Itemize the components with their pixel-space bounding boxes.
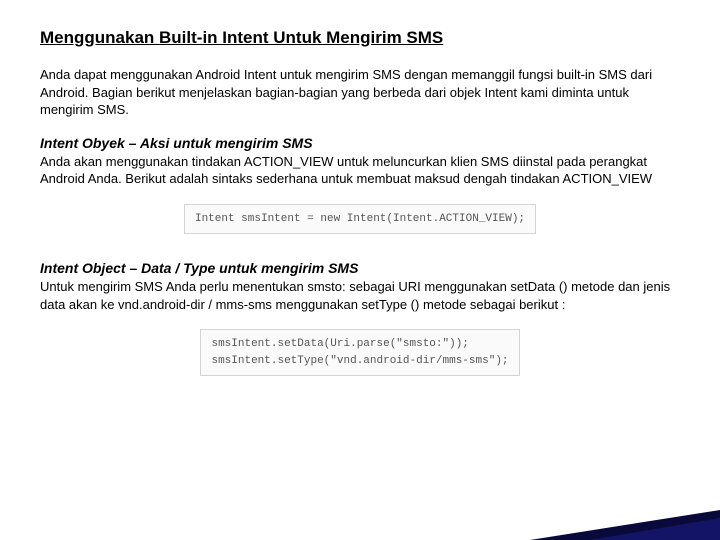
section1-heading: Intent Obyek – Aksi untuk mengirim SMS: [40, 135, 680, 151]
code-block-1-wrap: Intent smsIntent = new Intent(Intent.ACT…: [40, 204, 680, 235]
document-page: Menggunakan Built-in Intent Untuk Mengir…: [0, 0, 720, 422]
section1-body: Anda akan menggunakan tindakan ACTION_VI…: [40, 153, 680, 188]
section2-heading: Intent Object – Data / Type untuk mengir…: [40, 260, 680, 276]
corner-decoration-inner: [590, 518, 720, 540]
code-block-1: Intent smsIntent = new Intent(Intent.ACT…: [184, 204, 536, 235]
section2-body: Untuk mengirim SMS Anda perlu menentukan…: [40, 278, 680, 313]
page-title: Menggunakan Built-in Intent Untuk Mengir…: [40, 28, 680, 48]
intro-paragraph: Anda dapat menggunakan Android Intent un…: [40, 66, 680, 119]
code-block-2: smsIntent.setData(Uri.parse("smsto:")); …: [200, 329, 519, 376]
code-block-2-wrap: smsIntent.setData(Uri.parse("smsto:")); …: [40, 329, 680, 376]
